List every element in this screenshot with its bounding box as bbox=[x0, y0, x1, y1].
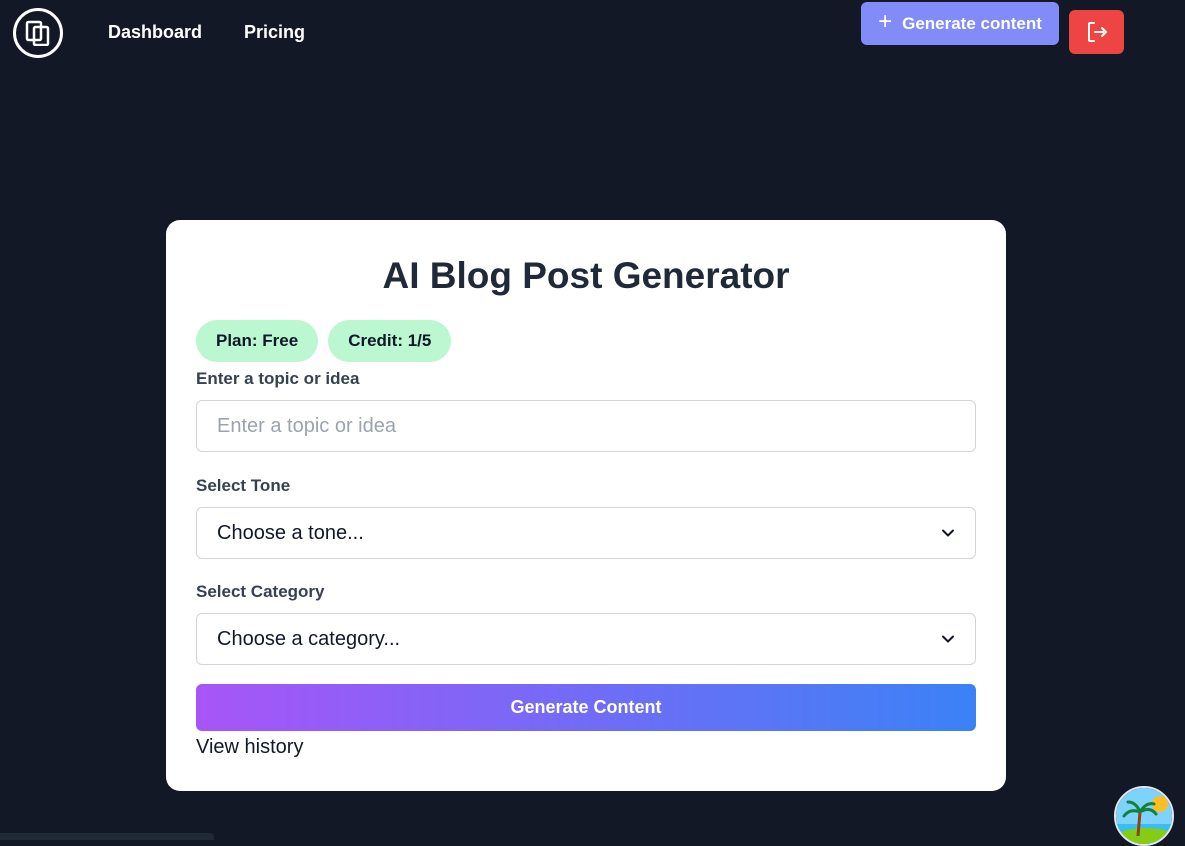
category-selected-value: Choose a category... bbox=[217, 627, 401, 650]
plan-badge: Plan: Free bbox=[196, 320, 319, 362]
logout-button[interactable] bbox=[1069, 10, 1124, 54]
generator-card: AI Blog Post Generator Plan: Free Credit… bbox=[166, 220, 1006, 791]
chevron-down-icon bbox=[942, 529, 954, 537]
plus-icon: + bbox=[878, 8, 893, 35]
topic-label: Enter a topic or idea bbox=[196, 369, 360, 388]
page-title: AI Blog Post Generator bbox=[382, 255, 790, 296]
chevron-down-icon bbox=[942, 635, 954, 643]
category-label: Select Category bbox=[196, 582, 325, 601]
badge-row: Plan: Free Credit: 1/5 bbox=[196, 320, 452, 362]
generate-content-nav-button[interactable]: + Generate content bbox=[861, 2, 1059, 45]
generate-content-nav-label: Generate content bbox=[902, 13, 1042, 33]
generate-content-button[interactable]: Generate Content bbox=[196, 684, 976, 731]
avatar[interactable] bbox=[1114, 786, 1174, 846]
nav-link-pricing[interactable]: Pricing bbox=[244, 22, 305, 43]
logout-icon bbox=[1087, 22, 1107, 42]
credit-badge: Credit: 1/5 bbox=[328, 320, 452, 362]
app-logo-icon[interactable] bbox=[13, 8, 63, 58]
tone-label: Select Tone bbox=[196, 476, 291, 495]
status-bar-strip bbox=[0, 833, 214, 840]
nav-link-dashboard[interactable]: Dashboard bbox=[108, 22, 202, 43]
tone-selected-value: Choose a tone... bbox=[217, 521, 364, 544]
navbar: Dashboard Pricing + Generate content bbox=[0, 0, 1185, 66]
category-select[interactable]: Choose a category... bbox=[196, 613, 976, 665]
view-history-link[interactable]: View history bbox=[196, 736, 303, 759]
beach-avatar-icon bbox=[1116, 788, 1172, 844]
tone-select[interactable]: Choose a tone... bbox=[196, 507, 976, 559]
copy-logo-icon bbox=[25, 20, 50, 46]
topic-input[interactable] bbox=[196, 400, 976, 452]
